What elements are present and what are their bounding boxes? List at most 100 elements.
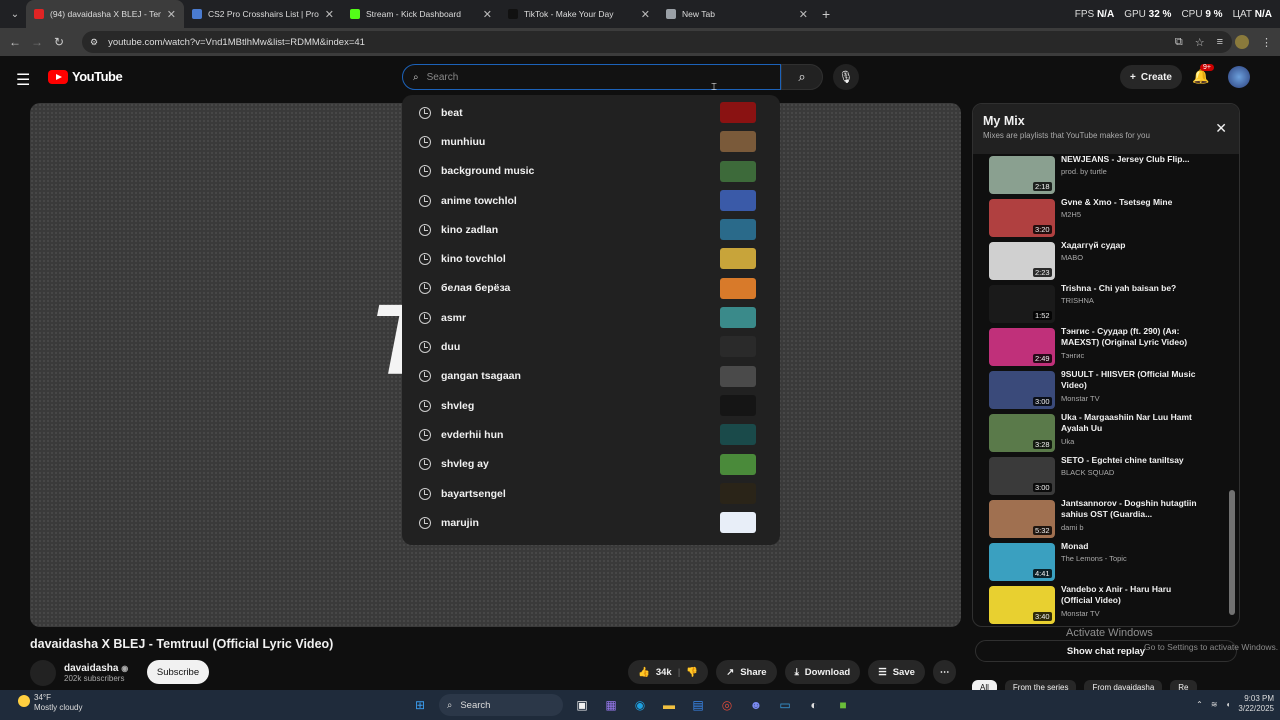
like-button[interactable]: 👍 34k | 👎 [628, 660, 709, 684]
voice-search-button[interactable]: 🎙 [833, 64, 859, 90]
search-suggestion[interactable]: anime towchlol [402, 186, 780, 215]
mix-list-item[interactable]: 5:32 Jantsannorov - Dogshin hutagtiin sah… [973, 498, 1233, 541]
back-icon[interactable]: ← [4, 35, 26, 49]
suggestion-thumbnail [720, 248, 756, 270]
search-button[interactable]: ⌕ [781, 64, 823, 90]
search-suggestion[interactable]: duu [402, 332, 780, 361]
task-view-icon[interactable]: ▣ [572, 695, 592, 715]
clock[interactable]: 9:03 PM 3/22/2025 [1238, 694, 1274, 714]
search-suggestion[interactable]: munhiuu [402, 127, 780, 156]
new-tab-icon[interactable]: + [822, 6, 830, 22]
tab-close-icon[interactable]: ✕ [799, 8, 808, 21]
close-icon[interactable]: ✕ [1215, 120, 1227, 137]
search-suggestion[interactable]: beat [402, 98, 780, 127]
mix-list-item[interactable]: 2:23 Хадаггүй судар MABO [973, 240, 1233, 283]
subscribe-button[interactable]: Subscribe [147, 660, 209, 684]
video-actions: 👍 34k | 👎 ↗ Share ⤓ Download ☰ Save ⋯ [628, 660, 957, 684]
cpu-stat: CPU 9 % [1181, 8, 1223, 20]
mix-list-item[interactable]: 2:49 Тэнгис - Суудар (ft. 290) (Ая: MAEXS… [973, 326, 1233, 369]
url-bar[interactable]: ⚙ youtube.com/watch?v=Vnd1MBtlhMw&list=R… [82, 31, 1232, 53]
mix-title: My Mix [983, 114, 1025, 128]
mix-list-item[interactable]: 3:20 Gvne & Xmo - Tsetseg Mine M2H5 [973, 197, 1233, 240]
mix-scrollbar[interactable] [1229, 490, 1235, 615]
weather-widget[interactable]: 34°F Mostly cloudy [18, 693, 82, 713]
teams-icon[interactable]: ▦ [601, 695, 621, 715]
search-suggestion[interactable]: kino tovchlol [402, 244, 780, 273]
windows-start-icon[interactable]: ⊞ [410, 695, 430, 715]
search-suggestion[interactable]: shvleg ay [402, 450, 780, 479]
save-button[interactable]: ☰ Save [868, 660, 925, 684]
menu-icon[interactable]: ☰ [16, 70, 30, 90]
volume-icon[interactable]: ◖ [1226, 700, 1231, 709]
tab-search-icon[interactable]: ⌄ [4, 3, 26, 25]
more-actions-button[interactable]: ⋯ [932, 660, 957, 684]
browser-tab[interactable]: TikTok - Make Your Day ✕ [500, 0, 658, 28]
suggestion-thumbnail [720, 277, 756, 299]
history-icon [419, 165, 431, 178]
search-input[interactable] [426, 71, 727, 83]
browser-tab[interactable]: CS2 Pro Crosshairs List | ProCro ✕ [184, 0, 342, 28]
notepad-icon[interactable]: ▭ [775, 695, 795, 715]
youtube-logo[interactable]: YouTube [48, 69, 123, 84]
search-suggestion[interactable]: marujin [402, 508, 780, 537]
share-button[interactable]: ↗ Share [716, 660, 777, 684]
search-suggestion[interactable]: kino zadlan [402, 215, 780, 244]
file-explorer-icon[interactable]: ▬ [659, 695, 679, 715]
browser-actions: ⧉ ☆ ≡ ⋮ [1175, 28, 1272, 56]
search-suggestion[interactable]: shvleg [402, 391, 780, 420]
wifi-icon[interactable]: ≋ [1211, 700, 1218, 709]
tab-close-icon[interactable]: ✕ [483, 8, 492, 21]
mix-list-item[interactable]: 3:00 SETO - Egchtei chine taniltsay BLACK … [973, 455, 1233, 498]
open-in-app-icon[interactable]: ⧉ [1175, 36, 1183, 49]
edge-icon[interactable]: ◉ [630, 695, 650, 715]
search-suggestion[interactable]: background music [402, 157, 780, 186]
notifications-button[interactable]: 🔔 9+ [1192, 64, 1214, 85]
history-icon [419, 458, 431, 471]
suggestion-text: shvleg ay [441, 458, 489, 471]
taskbar-search[interactable]: ⌕ Search [439, 694, 563, 716]
create-button[interactable]: + Create [1120, 65, 1182, 89]
mix-list-item[interactable]: 3:40 Vandebo x Anir - Haru Haru (Official… [973, 584, 1233, 626]
mix-list-item[interactable]: 4:41 Monad The Lemons - Topic [973, 541, 1233, 584]
tray-chevron-icon[interactable]: ⌃ [1196, 700, 1203, 709]
minecraft-icon[interactable]: ■ [833, 695, 853, 715]
chrome-icon[interactable]: ◎ [717, 695, 737, 715]
mix-playlist-panel: My Mix Mixes are playlists that YouTube … [972, 103, 1240, 627]
search-suggestion[interactable]: gangan tsagaan [402, 362, 780, 391]
search-suggestion[interactable]: evderhii hun [402, 420, 780, 449]
discord-icon[interactable]: ☻ [746, 695, 766, 715]
thumbs-up-icon: 👍 [638, 666, 650, 678]
channel-name[interactable]: davaidasha ◉ [64, 663, 128, 674]
browser-tab[interactable]: New Tab ✕ [658, 0, 816, 28]
tab-close-icon[interactable]: ✕ [167, 8, 176, 21]
tab-favicon-icon [666, 9, 676, 19]
forward-icon[interactable]: → [26, 35, 48, 49]
menu-dots-icon[interactable]: ⋮ [1261, 36, 1272, 49]
history-icon [419, 135, 431, 148]
search-suggestion[interactable]: bayartsengel [402, 479, 780, 508]
mix-list-item[interactable]: 3:28 Uka - Margaashiin Nar Luu Hamt Ayala… [973, 412, 1233, 455]
thumbs-down-icon[interactable]: 👎 [686, 667, 698, 678]
mix-list-item[interactable]: 3:00 9SUULT - HIISVER (Official Music Vid… [973, 369, 1233, 412]
site-info-icon[interactable]: ⚙ [90, 37, 98, 48]
store-icon[interactable]: ▤ [688, 695, 708, 715]
extensions-icon[interactable]: ≡ [1217, 36, 1223, 48]
channel-avatar[interactable] [30, 660, 56, 686]
avatar[interactable] [1228, 66, 1250, 88]
browser-profile-avatar[interactable] [1235, 35, 1249, 49]
tab-close-icon[interactable]: ✕ [325, 8, 334, 21]
search-suggestion[interactable]: белая берёза [402, 274, 780, 303]
steam-icon[interactable]: ◐ [804, 695, 824, 715]
create-label: Create [1140, 71, 1172, 83]
mix-list-item[interactable]: 2:18 NEWJEANS - Jersey Club Flip... prod. … [973, 154, 1233, 197]
browser-tab[interactable]: (94) davaidasha X BLEJ - Temtr ✕ [26, 0, 184, 28]
download-button[interactable]: ⤓ Download [784, 660, 861, 684]
search-suggestion[interactable]: asmr [402, 303, 780, 332]
bookmark-star-icon[interactable]: ☆ [1195, 36, 1205, 49]
tab-close-icon[interactable]: ✕ [641, 8, 650, 21]
reload-icon[interactable]: ↻ [48, 35, 70, 49]
suggestion-text: background music [441, 165, 535, 178]
browser-tab[interactable]: Stream - Kick Dashboard ✕ [342, 0, 500, 28]
plus-icon: + [1130, 71, 1136, 83]
mix-list-item[interactable]: 1:52 Trishna - Chi yah baisan be? TRISHNA [973, 283, 1233, 326]
